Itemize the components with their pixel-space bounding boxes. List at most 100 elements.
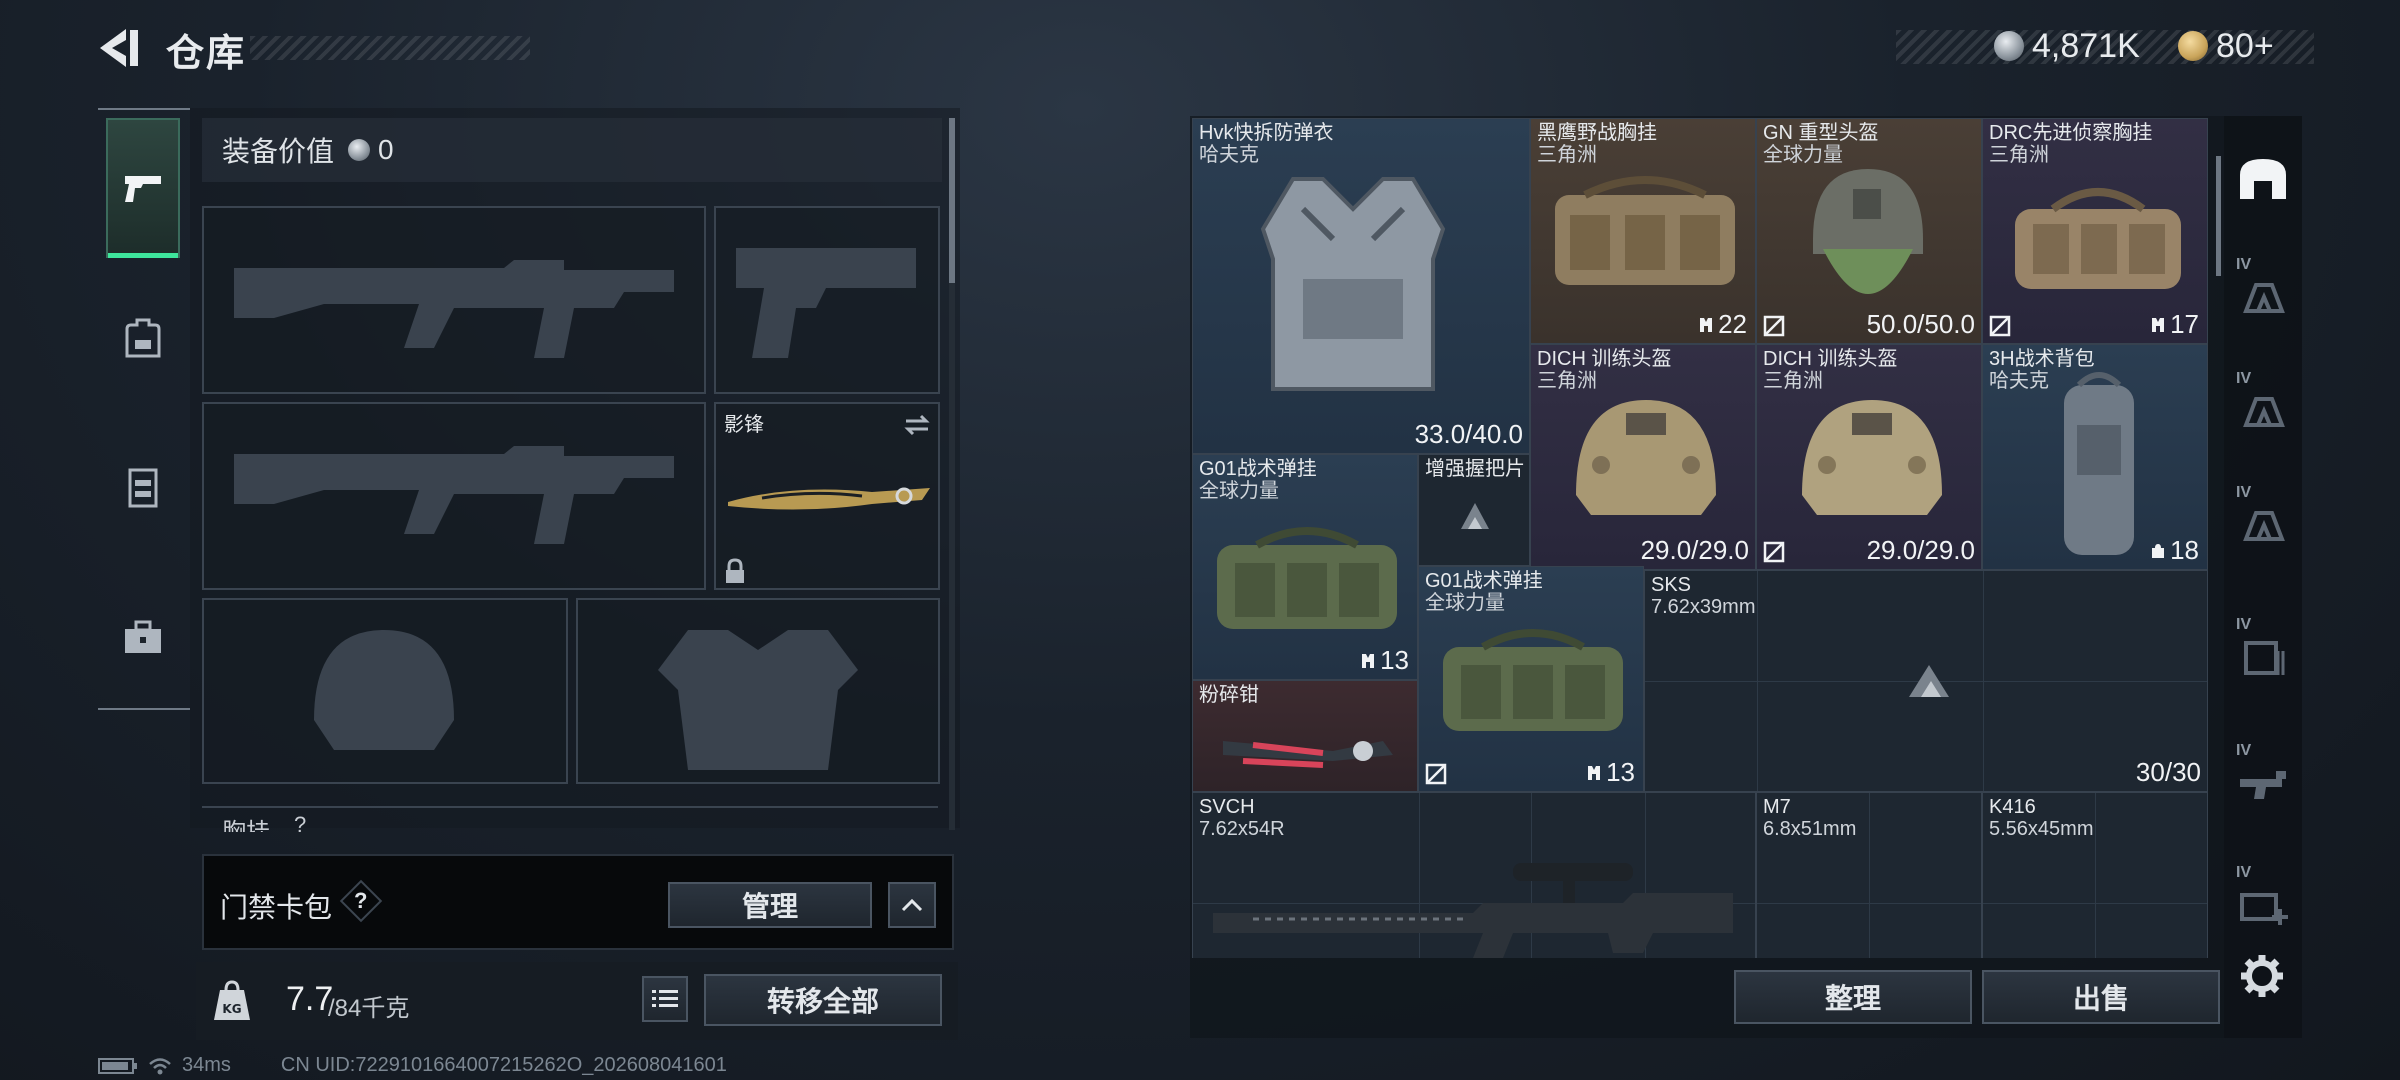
inventory-item[interactable]: DICH 训练头盔 三角洲 29.0/29.0: [1530, 344, 1756, 570]
tab-case[interactable]: [106, 568, 180, 708]
backpack-capacity-icon: [2152, 543, 2165, 558]
swap-icon[interactable]: [902, 412, 932, 438]
item-name: 粉碎钳: [1199, 684, 1259, 706]
weapon-storage-icon: [2240, 771, 2286, 799]
item-name: M7: [1763, 796, 1791, 818]
inventory-item[interactable]: DRC先进侦察胸挂 三角洲 17: [1982, 118, 2208, 344]
no-repair-icon: [1425, 763, 1447, 785]
item-name: G01战术弹挂: [1199, 458, 1317, 480]
storage-shelf-icon: [2243, 283, 2285, 313]
pistol-slot[interactable]: [714, 206, 940, 394]
chest-rig-label: 胸挂: [222, 812, 270, 832]
inventory-item[interactable]: Hvk快拆防弹衣 哈夫克 33.0/40.0: [1192, 118, 1530, 454]
organize-button[interactable]: 整理: [1734, 970, 1972, 1024]
kg-text: KG: [222, 1002, 241, 1016]
level-label: IV: [2236, 742, 2252, 759]
expand-button[interactable]: [888, 882, 936, 928]
training-helmet-icon: [1802, 400, 1942, 515]
inventory-item[interactable]: 黑鹰野战胸挂 三角洲 22: [1530, 118, 1756, 344]
help-icon[interactable]: ?: [294, 812, 306, 832]
tab-storage-level[interactable]: IV: [2228, 736, 2298, 828]
level-label: IV: [2236, 484, 2252, 501]
item-name: GN 重型头盔: [1763, 122, 1879, 144]
inventory-item[interactable]: M7 6.8x51mm: [1756, 792, 1982, 958]
inventory-item[interactable]: G01战术弹挂 全球力量 13: [1192, 454, 1418, 680]
item-maker: 三角洲: [1537, 370, 1597, 392]
item-caliber: 7.62x39mm: [1651, 596, 1756, 618]
weight-bar: KG 7.7 /84千克 转移全部: [196, 962, 958, 1040]
briefcase-icon: [125, 620, 161, 653]
currency-value: 4,871K: [2032, 26, 2140, 65]
tab-storage-level[interactable]: IV: [2228, 364, 2298, 456]
transfer-all-button[interactable]: 转移全部: [704, 974, 942, 1026]
item-durability: 33.0/40.0: [1414, 419, 1523, 449]
capacity-icon: [2152, 317, 2165, 332]
title-decoration: [250, 36, 530, 60]
settings-button[interactable]: [2238, 952, 2286, 1000]
chest-rig-section-header: 胸挂 ?: [202, 806, 938, 832]
tab-home-storage[interactable]: [2228, 132, 2298, 224]
item-capacity: 17: [2150, 309, 2199, 340]
item-count: 13: [1606, 757, 1635, 787]
tickets-value: 80+: [2216, 26, 2274, 65]
item-name: SKS: [1651, 574, 1692, 596]
inventory-item[interactable]: K416 5.56x45mm: [1982, 792, 2208, 958]
weight-current: 7.7: [286, 980, 334, 1018]
level-label: IV: [2236, 370, 2252, 387]
tab-storage-level[interactable]: IV: [2228, 610, 2298, 702]
item-capacity: 13: [1586, 757, 1635, 788]
currency-display[interactable]: 4,871K: [1994, 24, 2140, 68]
tickets-display[interactable]: 80+: [2178, 24, 2274, 68]
currency-coin-icon: [348, 139, 371, 161]
secondary-weapon-slot[interactable]: [202, 402, 706, 590]
item-name: 3H战术背包: [1989, 348, 2095, 370]
inventory-grid: Hvk快拆防弹衣 哈夫克 33.0/40.0 黑鹰野战胸挂 三角洲 22 GN …: [1192, 118, 2208, 958]
inventory-item[interactable]: SVCH 7.62x54R: [1192, 792, 1756, 958]
tab-storage-level[interactable]: IV: [2228, 250, 2298, 342]
inventory-item[interactable]: SKS 7.62x39mm 30/30: [1644, 570, 2208, 792]
tab-storage-level[interactable]: IV: [2228, 478, 2298, 570]
user-uid: CN UID:7229101664007215262O_202608041601: [280, 1054, 727, 1076]
tab-add-storage[interactable]: IV: [2228, 858, 2298, 950]
body-armor-slot[interactable]: [576, 598, 940, 784]
item-name: SVCH: [1199, 796, 1255, 818]
help-icon[interactable]: ?: [354, 888, 367, 914]
sell-button[interactable]: 出售: [1982, 970, 2220, 1024]
chest-rig-icon: [128, 468, 158, 508]
level-label: IV: [2236, 616, 2252, 633]
no-repair-icon: [1763, 541, 1785, 563]
capacity-icon: [1700, 317, 1713, 332]
inventory-item[interactable]: 增强握把片: [1418, 454, 1530, 566]
rifle-silhouette-icon: [234, 260, 674, 358]
capacity-icon: [1588, 765, 1601, 780]
tab-chest-rig[interactable]: [106, 418, 180, 558]
pistol-silhouette-icon: [736, 248, 916, 358]
melee-slot[interactable]: 影锋: [714, 402, 940, 590]
item-ammo: 30/30: [2135, 757, 2201, 787]
inventory-item[interactable]: G01战术弹挂 全球力量 13: [1418, 566, 1644, 792]
grid-scrollbar-thumb[interactable]: [2216, 156, 2221, 276]
scrollbar-thumb[interactable]: [949, 118, 955, 283]
wifi-icon: [149, 1057, 171, 1074]
tab-guns[interactable]: [106, 118, 180, 258]
inventory-item[interactable]: 3H战术背包 哈夫克 18: [1982, 344, 2208, 570]
inventory-item[interactable]: GN 重型头盔 全球力量 50.0/50.0: [1756, 118, 1982, 344]
weight-max: /84千克: [328, 995, 410, 1022]
inventory-item[interactable]: DICH 训练头盔 三角洲 29.0/29.0: [1756, 344, 1982, 570]
inventory-item[interactable]: 粉碎钳: [1192, 680, 1418, 792]
manage-button[interactable]: 管理: [668, 882, 872, 928]
tab-backpack[interactable]: [106, 268, 180, 408]
item-count: 22: [1718, 309, 1747, 339]
helmet-slot[interactable]: [202, 598, 568, 784]
item-durability: 29.0/29.0: [1866, 535, 1975, 565]
item-maker: 全球力量: [1763, 144, 1843, 166]
primary-weapon-slot[interactable]: [202, 206, 706, 394]
chevron-up-icon: [901, 898, 923, 912]
list-view-button[interactable]: [642, 976, 688, 1022]
back-button[interactable]: [96, 26, 144, 70]
ammo-rig-bag-icon: [1443, 629, 1623, 731]
equipment-value-label: 装备价值: [222, 136, 335, 167]
level-label: IV: [2236, 256, 2252, 273]
bolt-cutter-icon: [1223, 741, 1393, 768]
status-bar: 34ms CN UID:7229101664007215262O_2026080…: [98, 1054, 727, 1077]
